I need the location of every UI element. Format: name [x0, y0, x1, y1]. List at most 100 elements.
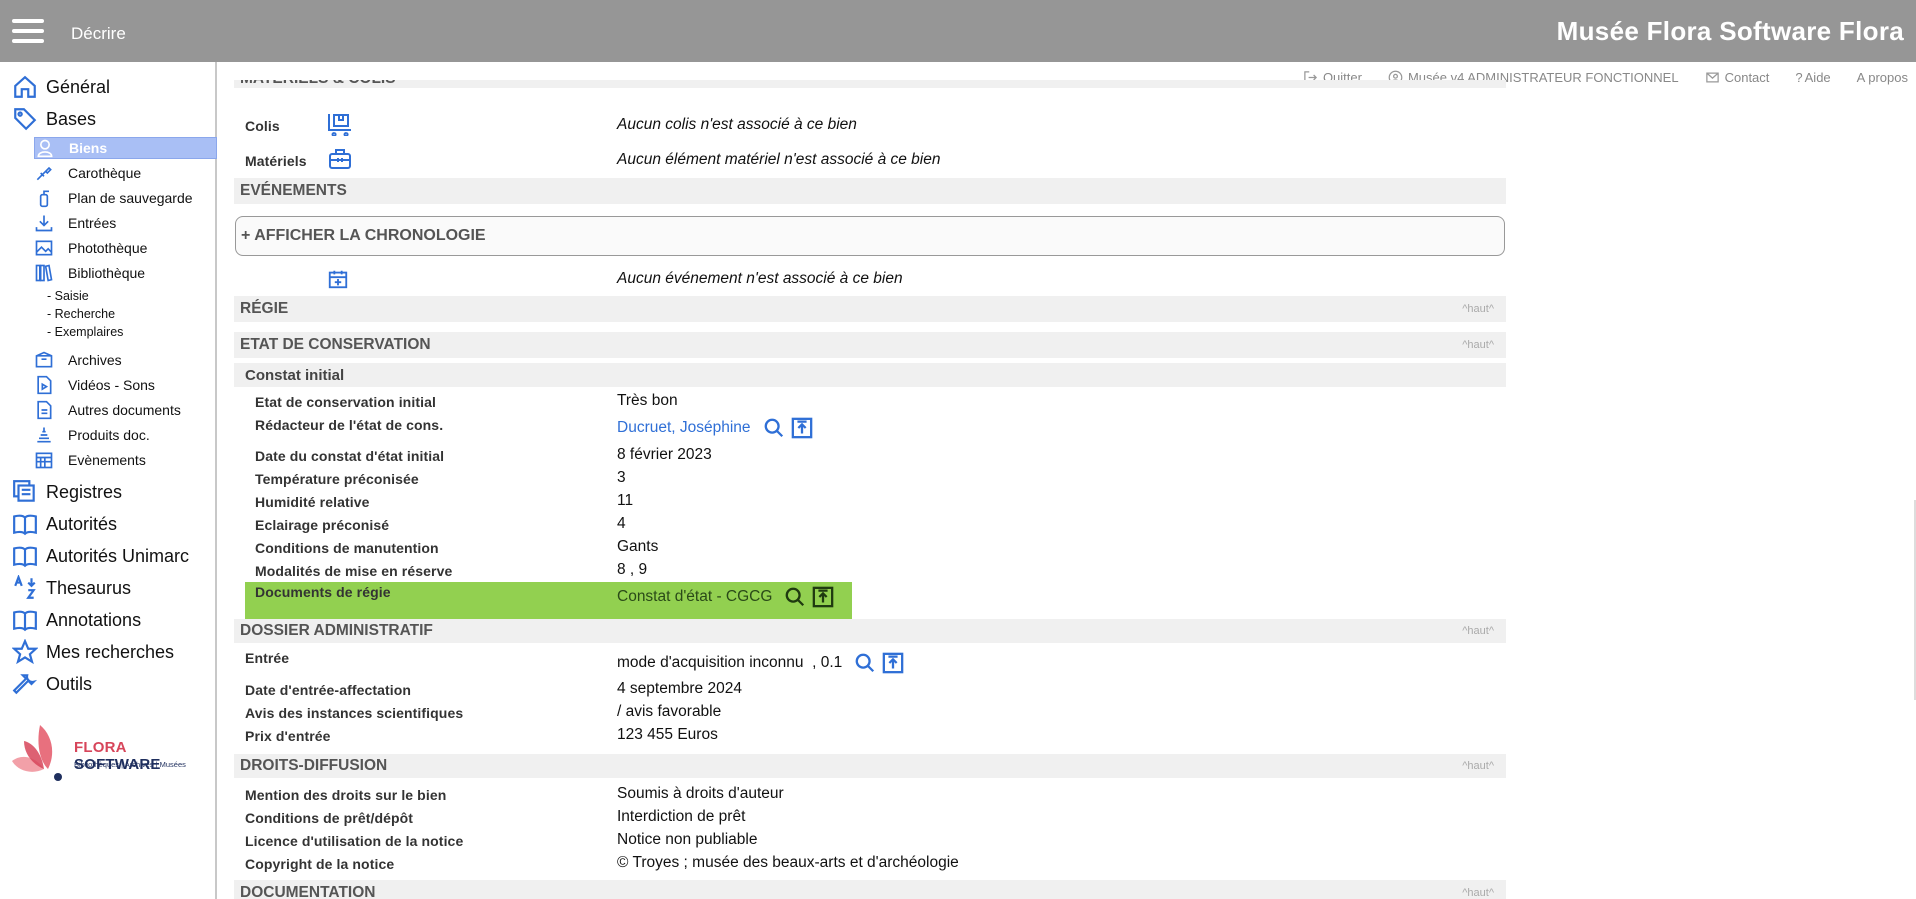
sidebar-item-phototheque[interactable]: Photothèque	[34, 237, 217, 259]
help-link[interactable]: ? Aide	[1795, 70, 1830, 85]
field-label: Licence d'utilisation de la notice	[245, 833, 464, 849]
open-book-icon	[13, 546, 37, 568]
sidebar-item-autres[interactable]: Autres documents	[34, 399, 217, 421]
star-icon	[12, 639, 38, 665]
search-icon[interactable]	[854, 652, 876, 674]
field-value: Aucun événement n'est associé à ce bien	[617, 270, 903, 287]
field-value: Aucun colis n'est associé à ce bien	[617, 116, 857, 133]
search-icon[interactable]	[763, 417, 785, 439]
drill-icon	[36, 166, 52, 181]
sidebar-item-saisie[interactable]: - Saisie	[47, 289, 89, 303]
field-value: Aucun élément matériel n'est associé à c…	[617, 151, 941, 168]
field-label: Entrée	[245, 650, 290, 666]
nav-label: Plan de sauvegarde	[68, 190, 193, 206]
field-label: Colis	[245, 118, 280, 134]
redacteur-link[interactable]: Ducruet, Joséphine	[617, 419, 751, 437]
brand-title: Musée Flora Software Flora	[1556, 16, 1904, 46]
section-materiels-colis: MATÉRIELS & COLIS	[234, 80, 1506, 88]
section-title: DROITS-DIFFUSION	[240, 757, 388, 774]
subheading-title: Constat initial	[245, 366, 345, 384]
logo-tagline: Bibliothèques | Archives | Musées	[74, 760, 186, 769]
sidebar-item-bibliotheque[interactable]: Bibliothèque	[34, 262, 217, 284]
sidebar: Général Bases Biens Carothèque Plan de s…	[0, 62, 217, 899]
nav-annotations[interactable]: Annotations	[12, 607, 141, 633]
contact-link[interactable]: Contact	[1705, 70, 1770, 85]
calendar-plus-icon[interactable]	[327, 268, 349, 290]
question-icon: ?	[1795, 70, 1803, 85]
back-to-top-link[interactable]: ^haut^	[1462, 760, 1494, 772]
nav-label: Entrées	[68, 215, 117, 231]
nav-label: Evènements	[68, 452, 146, 468]
archive-box-icon	[35, 351, 53, 368]
back-to-top-link[interactable]: ^haut^	[1462, 625, 1494, 637]
section-title: MATÉRIELS & COLIS	[240, 80, 396, 88]
field-value: Interdiction de prêt	[617, 808, 746, 825]
about-link[interactable]: A propos	[1857, 70, 1908, 85]
nav-bases[interactable]: Bases	[12, 106, 96, 132]
field-label: Matériels	[245, 153, 307, 169]
back-to-top-link[interactable]: ^haut^	[1462, 887, 1494, 899]
field-label: Date du constat d'état initial	[255, 448, 445, 464]
section-title: EVÉNEMENTS	[240, 182, 347, 199]
home-icon	[14, 75, 36, 98]
download-icon	[35, 215, 53, 232]
nav-outils[interactable]: Outils	[12, 671, 92, 697]
section-title: DOSSIER ADMINISTRATIF	[240, 622, 433, 639]
section-title: DOCUMENTATION	[240, 884, 376, 899]
nav-label: Registres	[46, 481, 123, 502]
calendar-grid-icon	[35, 452, 53, 469]
person-bust-icon	[37, 139, 53, 158]
about-label: A propos	[1856, 70, 1908, 85]
nav-general[interactable]: Général	[12, 74, 110, 100]
media-file-icon	[37, 375, 52, 395]
sidebar-item-biens[interactable]: Biens	[34, 137, 217, 159]
field-value: 8 , 9	[617, 561, 648, 578]
help-label: Aide	[1804, 70, 1831, 85]
menu-icon[interactable]	[12, 19, 44, 43]
document-regie-value[interactable]: Constat d'état - CGCG	[617, 588, 772, 606]
flora-software-logo: FLORA SOFTWARE Bibliothèques | Archives …	[10, 717, 210, 783]
nav-thesaurus[interactable]: Thesaurus	[12, 575, 131, 601]
open-record-icon[interactable]	[791, 417, 813, 439]
nav-label: Outils	[46, 673, 93, 694]
contact-label: Contact	[1724, 70, 1770, 85]
nav-autorites[interactable]: Autorités	[12, 511, 117, 537]
sidebar-item-videos[interactable]: Vidéos - Sons	[34, 374, 217, 396]
search-icon[interactable]	[784, 586, 806, 608]
sidebar-item-evenements[interactable]: Evènements	[34, 449, 217, 471]
back-to-top-link[interactable]: ^haut^	[1462, 303, 1494, 315]
field-value: Notice non publiable	[617, 831, 758, 848]
open-record-icon[interactable]	[812, 586, 834, 608]
field-value: 4	[617, 515, 626, 532]
field-value: 4 septembre 2024	[617, 680, 742, 697]
package-icon[interactable]	[327, 112, 353, 136]
nav-mes-recherches[interactable]: Mes recherches	[12, 639, 174, 665]
sidebar-item-carotheque[interactable]: Carothèque	[34, 162, 217, 184]
back-to-top-link[interactable]: ^haut^	[1462, 339, 1494, 351]
show-chronology-button[interactable]: + AFFICHER LA CHRONOLOGIE	[235, 216, 1505, 256]
sidebar-item-entrees[interactable]: Entrées	[34, 212, 217, 234]
field-value: © Troyes ; musée des beaux-arts et d'arc…	[617, 854, 959, 871]
sidebar-item-archives[interactable]: Archives	[34, 349, 217, 371]
nav-label: Général	[46, 76, 111, 97]
section-evenements: EVÉNEMENTS	[234, 178, 1506, 204]
nav-autorites-unimarc[interactable]: Autorités Unimarc	[12, 543, 189, 569]
sidebar-item-plan[interactable]: Plan de sauvegarde	[34, 187, 217, 209]
section-title: RÉGIE	[240, 300, 289, 317]
image-icon	[35, 240, 53, 256]
sidebar-item-produits[interactable]: Produits doc.	[34, 424, 217, 446]
open-record-icon[interactable]	[882, 652, 904, 674]
nav-label: Photothèque	[68, 240, 148, 256]
sidebar-item-exemplaires[interactable]: - Exemplaires	[47, 325, 123, 339]
field-label: Conditions de prêt/dépôt	[245, 810, 414, 826]
field-label: Avis des instances scientifiques	[245, 705, 464, 721]
field-label: Conditions de manutention	[255, 540, 439, 556]
sidebar-item-recherche[interactable]: - Recherche	[47, 307, 115, 321]
section-regie: RÉGIE ^haut^	[234, 296, 1506, 322]
toolbox-icon[interactable]	[327, 147, 353, 171]
stack-icon	[37, 427, 51, 443]
nav-registres[interactable]: Registres	[12, 479, 122, 505]
main-content: MATÉRIELS & COLIS Colis Aucun colis n'es…	[234, 80, 1506, 899]
button-label: + AFFICHER LA CHRONOLOGIE	[241, 227, 486, 244]
field-label: Mention des droits sur le bien	[245, 787, 447, 803]
